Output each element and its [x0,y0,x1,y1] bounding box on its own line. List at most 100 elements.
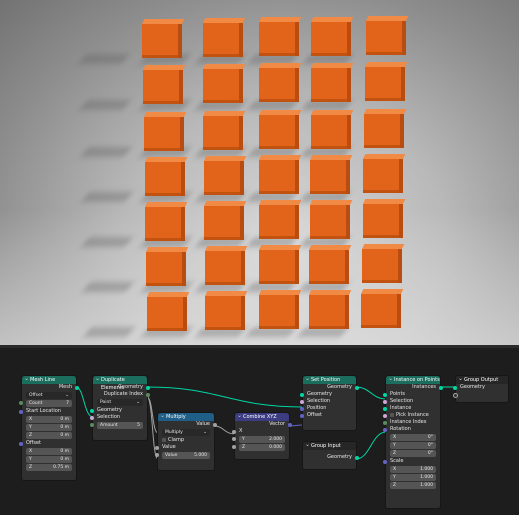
y-socket[interactable] [232,437,236,441]
combine-y-field[interactable]: Y 2.000 [232,436,285,443]
count-field[interactable]: Count 7 [19,400,72,407]
duplicate-selection-input: Selection [90,414,147,421]
selection-socket[interactable] [383,400,387,404]
geometry-output-socket[interactable] [355,386,359,390]
chevron-down-icon: ⌄ [65,393,69,398]
amount-field[interactable]: Amount 5 [90,422,143,429]
instance-on-points-node[interactable]: Instance on Points Instances Points Sele… [383,375,443,509]
offset-socket[interactable] [300,414,304,418]
position-socket[interactable] [300,407,304,411]
multiply-value-output: Value [158,421,217,428]
vector-output-socket[interactable] [288,423,292,427]
combine-vector-output: Vector [235,421,292,428]
points-input: Points [383,391,440,398]
mode-select[interactable]: Offset ⌄ [26,392,72,399]
multiply-value2-field[interactable]: Value 5.000 [155,452,210,459]
scale-socket[interactable] [383,460,387,464]
cube [365,20,406,55]
cube [361,293,401,328]
empty-socket[interactable] [453,393,458,398]
index-output-socket[interactable] [146,393,150,397]
group-output-header[interactable]: Group Output [456,375,508,384]
mesh-output-socket[interactable] [75,386,79,390]
value2-socket[interactable] [155,453,159,457]
scale-x-field[interactable]: X 1.000 [390,466,436,473]
group-input-node[interactable]: Group Input Geometry [302,441,359,470]
duplicate-geometry-output: Geometry [93,384,150,391]
cube [142,24,183,58]
x-socket[interactable] [232,430,236,434]
instances-output-socket[interactable] [439,386,443,390]
scale-y-field[interactable]: Y 1.000 [390,474,436,481]
cube-shadow [81,237,133,247]
combine-z-field[interactable]: Z 0.000 [232,444,285,451]
cube [144,162,185,196]
geometry-input-socket[interactable] [453,386,457,390]
cube-shadow [79,100,131,110]
offset-socket[interactable] [19,442,23,446]
cube [259,295,299,330]
offset-x-field[interactable]: X0 m [26,448,72,455]
3d-viewport[interactable] [0,0,519,345]
multiply-header[interactable]: Multiply [158,412,214,421]
combine-xyz-header[interactable]: Combine XYZ [235,412,289,421]
rotation-x-field[interactable]: X 0° [390,434,436,441]
value-output-socket[interactable] [213,423,217,427]
set-position-header[interactable]: Set Position [303,375,356,384]
start-x-field[interactable]: X0 m [26,416,72,423]
instance-index-socket[interactable] [383,421,387,425]
set-position-position: Position [300,405,356,412]
selection-socket[interactable] [300,400,304,404]
geometry-output-socket[interactable] [355,456,359,460]
offset-y-field[interactable]: Y0 m [26,456,72,463]
pick-instance-socket[interactable] [383,414,387,418]
amount-socket[interactable] [90,423,94,427]
combine-xyz-node[interactable]: Combine XYZ Vector X Y2.000 Z0.000 [232,412,292,460]
start-location-socket[interactable] [19,410,23,414]
mesh-line-node[interactable]: Mesh Line Mesh Offset⌄ Count7 Start Loca… [19,375,79,481]
geometry-output-socket[interactable] [146,386,150,390]
domain-select[interactable]: Point ⌄ [97,399,143,406]
link-groupinput-to-instance [355,431,387,460]
offset-label: Offset [19,440,76,447]
z-socket[interactable] [232,445,236,449]
rotation-socket[interactable] [383,428,387,432]
cube [202,23,243,58]
group-output-node[interactable]: Group Output Geometry [453,375,509,403]
offset-z-field[interactable]: Z 0.75 m [26,464,72,471]
rotation-z-field[interactable]: Z 0° [390,450,436,457]
link-duplicate-to-setposition [146,386,304,408]
cube [204,251,245,286]
rotation-y-field[interactable]: Y 0° [390,442,436,449]
node-editor[interactable]: Mesh Line Mesh Offset⌄ Count7 Start Loca… [0,348,519,515]
group-output-geometry: Geometry [453,384,508,391]
cube [147,297,187,331]
checkbox-icon[interactable] [390,412,394,417]
start-z-field[interactable]: Z0 m [26,432,72,439]
group-input-header[interactable]: Group Input [303,441,356,450]
points-socket[interactable] [383,393,387,397]
cube [309,249,350,284]
start-y-field[interactable]: Y0 m [26,424,72,431]
duplicate-elements-header[interactable]: Duplicate Elements [93,375,147,391]
geometry-input-socket[interactable] [90,409,94,413]
pick-instance-checkbox[interactable]: Pick Instance [383,412,440,419]
value-input-socket[interactable] [155,446,159,450]
set-position-geometry-input: Geometry [300,391,356,398]
cube [311,67,351,102]
mesh-line-header[interactable]: Mesh Line [22,375,76,384]
instance-on-points-header[interactable]: Instance on Points [386,375,440,384]
operation-select[interactable]: Multiply ⌄ [162,429,210,436]
geometry-input-socket[interactable] [300,393,304,397]
instance-socket[interactable] [383,407,387,411]
cube [364,113,405,148]
clamp-checkbox[interactable]: Clamp [158,437,214,444]
count-socket[interactable] [19,401,23,405]
set-position-node[interactable]: Set Position Geometry Geometry Selection… [300,375,359,431]
cube [205,296,245,331]
duplicate-elements-node[interactable]: Duplicate Elements Geometry Duplicate In… [90,375,150,441]
checkbox-icon[interactable] [162,437,166,442]
scale-z-field[interactable]: Z 1.000 [390,482,436,489]
selection-socket[interactable] [90,416,94,420]
multiply-node[interactable]: Multiply Value Multiply⌄ Clamp Value Val… [155,412,217,471]
